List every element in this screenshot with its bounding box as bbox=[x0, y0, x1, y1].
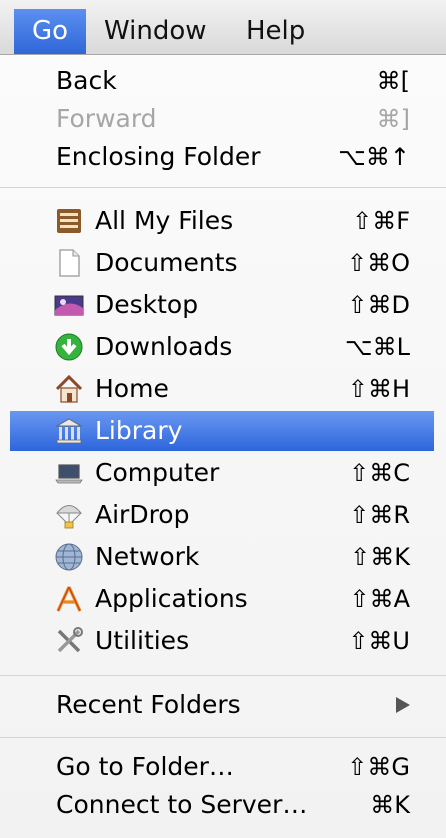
separator bbox=[0, 187, 446, 188]
menu-item-computer[interactable]: Computer ⇧⌘C bbox=[0, 453, 446, 493]
go-menu-dropdown: Back ⌘[ Forward ⌘] Enclosing Folder ⌥⌘↑ … bbox=[0, 55, 446, 838]
shortcut: ⇧⌘U bbox=[348, 627, 410, 655]
menu-item-go-to-folder[interactable]: Go to Folder… ⇧⌘G bbox=[0, 747, 446, 787]
shortcut: ⌘[ bbox=[376, 67, 410, 95]
desktop-icon bbox=[54, 295, 84, 316]
shortcut: ⇧⌘K bbox=[350, 543, 410, 571]
menu-item-label: Downloads bbox=[95, 332, 233, 361]
menu-item-label: Recent Folders bbox=[56, 690, 241, 719]
menu-item-library[interactable]: Library bbox=[10, 411, 434, 451]
menu-item-label: Network bbox=[95, 542, 200, 571]
menu-item-label: Documents bbox=[95, 248, 238, 277]
menu-item-network[interactable]: Network ⇧⌘K bbox=[0, 537, 446, 577]
menu-item-label: Applications bbox=[95, 584, 248, 613]
document-icon bbox=[59, 249, 80, 277]
utilities-icon bbox=[57, 627, 83, 653]
separator bbox=[0, 675, 446, 676]
all-my-files-icon bbox=[57, 209, 81, 233]
menu-help[interactable]: Help bbox=[246, 9, 305, 53]
menu-item-enclosing-folder[interactable]: Enclosing Folder ⌥⌘↑ bbox=[0, 137, 446, 177]
shortcut: ⇧⌘D bbox=[347, 291, 410, 319]
shortcut: ⇧⌘G bbox=[347, 753, 410, 781]
shortcut: ⇧⌘F bbox=[352, 207, 410, 235]
menu-go[interactable]: Go bbox=[14, 9, 86, 54]
shortcut: ⌥⌘↑ bbox=[338, 143, 410, 171]
menu-item-forward: Forward ⌘] bbox=[0, 99, 446, 139]
menu-item-label: All My Files bbox=[95, 206, 234, 235]
shortcut: ⇧⌘H bbox=[347, 375, 410, 403]
network-icon bbox=[55, 543, 83, 571]
menu-item-documents[interactable]: Documents ⇧⌘O bbox=[0, 243, 446, 283]
separator bbox=[0, 737, 446, 738]
menu-item-recent-folders[interactable]: Recent Folders bbox=[0, 685, 446, 725]
menu-item-label: Utilities bbox=[95, 626, 190, 655]
menu-item-label: Home bbox=[95, 374, 169, 403]
shortcut: ⇧⌘R bbox=[349, 501, 410, 529]
shortcut: ⇧⌘A bbox=[349, 585, 410, 613]
shortcut: ⌥⌘L bbox=[344, 333, 410, 361]
menu-window[interactable]: Window bbox=[104, 9, 207, 53]
menu-item-utilities[interactable]: Utilities ⇧⌘U bbox=[0, 621, 446, 661]
home-icon bbox=[55, 374, 83, 403]
library-icon bbox=[55, 418, 83, 444]
applications-icon bbox=[56, 586, 82, 612]
shortcut: ⌘K bbox=[370, 791, 410, 819]
menu-item-label: AirDrop bbox=[95, 500, 190, 529]
computer-icon bbox=[55, 464, 83, 484]
menu-item-label: Go to Folder… bbox=[56, 752, 234, 781]
menu-item-label: Library bbox=[95, 416, 183, 445]
menu-item-home[interactable]: Home ⇧⌘H bbox=[0, 369, 446, 409]
shortcut: ⇧⌘O bbox=[347, 249, 410, 277]
menu-item-label: Connect to Server… bbox=[56, 790, 308, 819]
shortcut: ⌘] bbox=[376, 105, 410, 133]
menu-item-downloads[interactable]: Downloads ⌥⌘L bbox=[0, 327, 446, 367]
shortcut: ⇧⌘C bbox=[349, 459, 410, 487]
menu-item-label: Computer bbox=[95, 458, 220, 487]
menu-item-label: Forward bbox=[56, 104, 157, 133]
menu-item-label: Enclosing Folder bbox=[56, 142, 261, 171]
menu-bar: Go Window Help bbox=[0, 0, 446, 55]
airdrop-icon bbox=[55, 505, 83, 529]
menu-item-back[interactable]: Back ⌘[ bbox=[0, 61, 446, 101]
menu-item-desktop[interactable]: Desktop ⇧⌘D bbox=[0, 285, 446, 325]
menu-item-airdrop[interactable]: AirDrop ⇧⌘R bbox=[0, 495, 446, 535]
menu-item-all-my-files[interactable]: All My Files ⇧⌘F bbox=[0, 201, 446, 241]
submenu-arrow-icon bbox=[396, 697, 410, 713]
menu-item-connect-to-server[interactable]: Connect to Server… ⌘K bbox=[0, 785, 446, 825]
menu-item-applications[interactable]: Applications ⇧⌘A bbox=[0, 579, 446, 619]
downloads-icon bbox=[55, 333, 83, 361]
menu-item-label: Back bbox=[56, 66, 117, 95]
menu-item-label: Desktop bbox=[95, 290, 199, 319]
